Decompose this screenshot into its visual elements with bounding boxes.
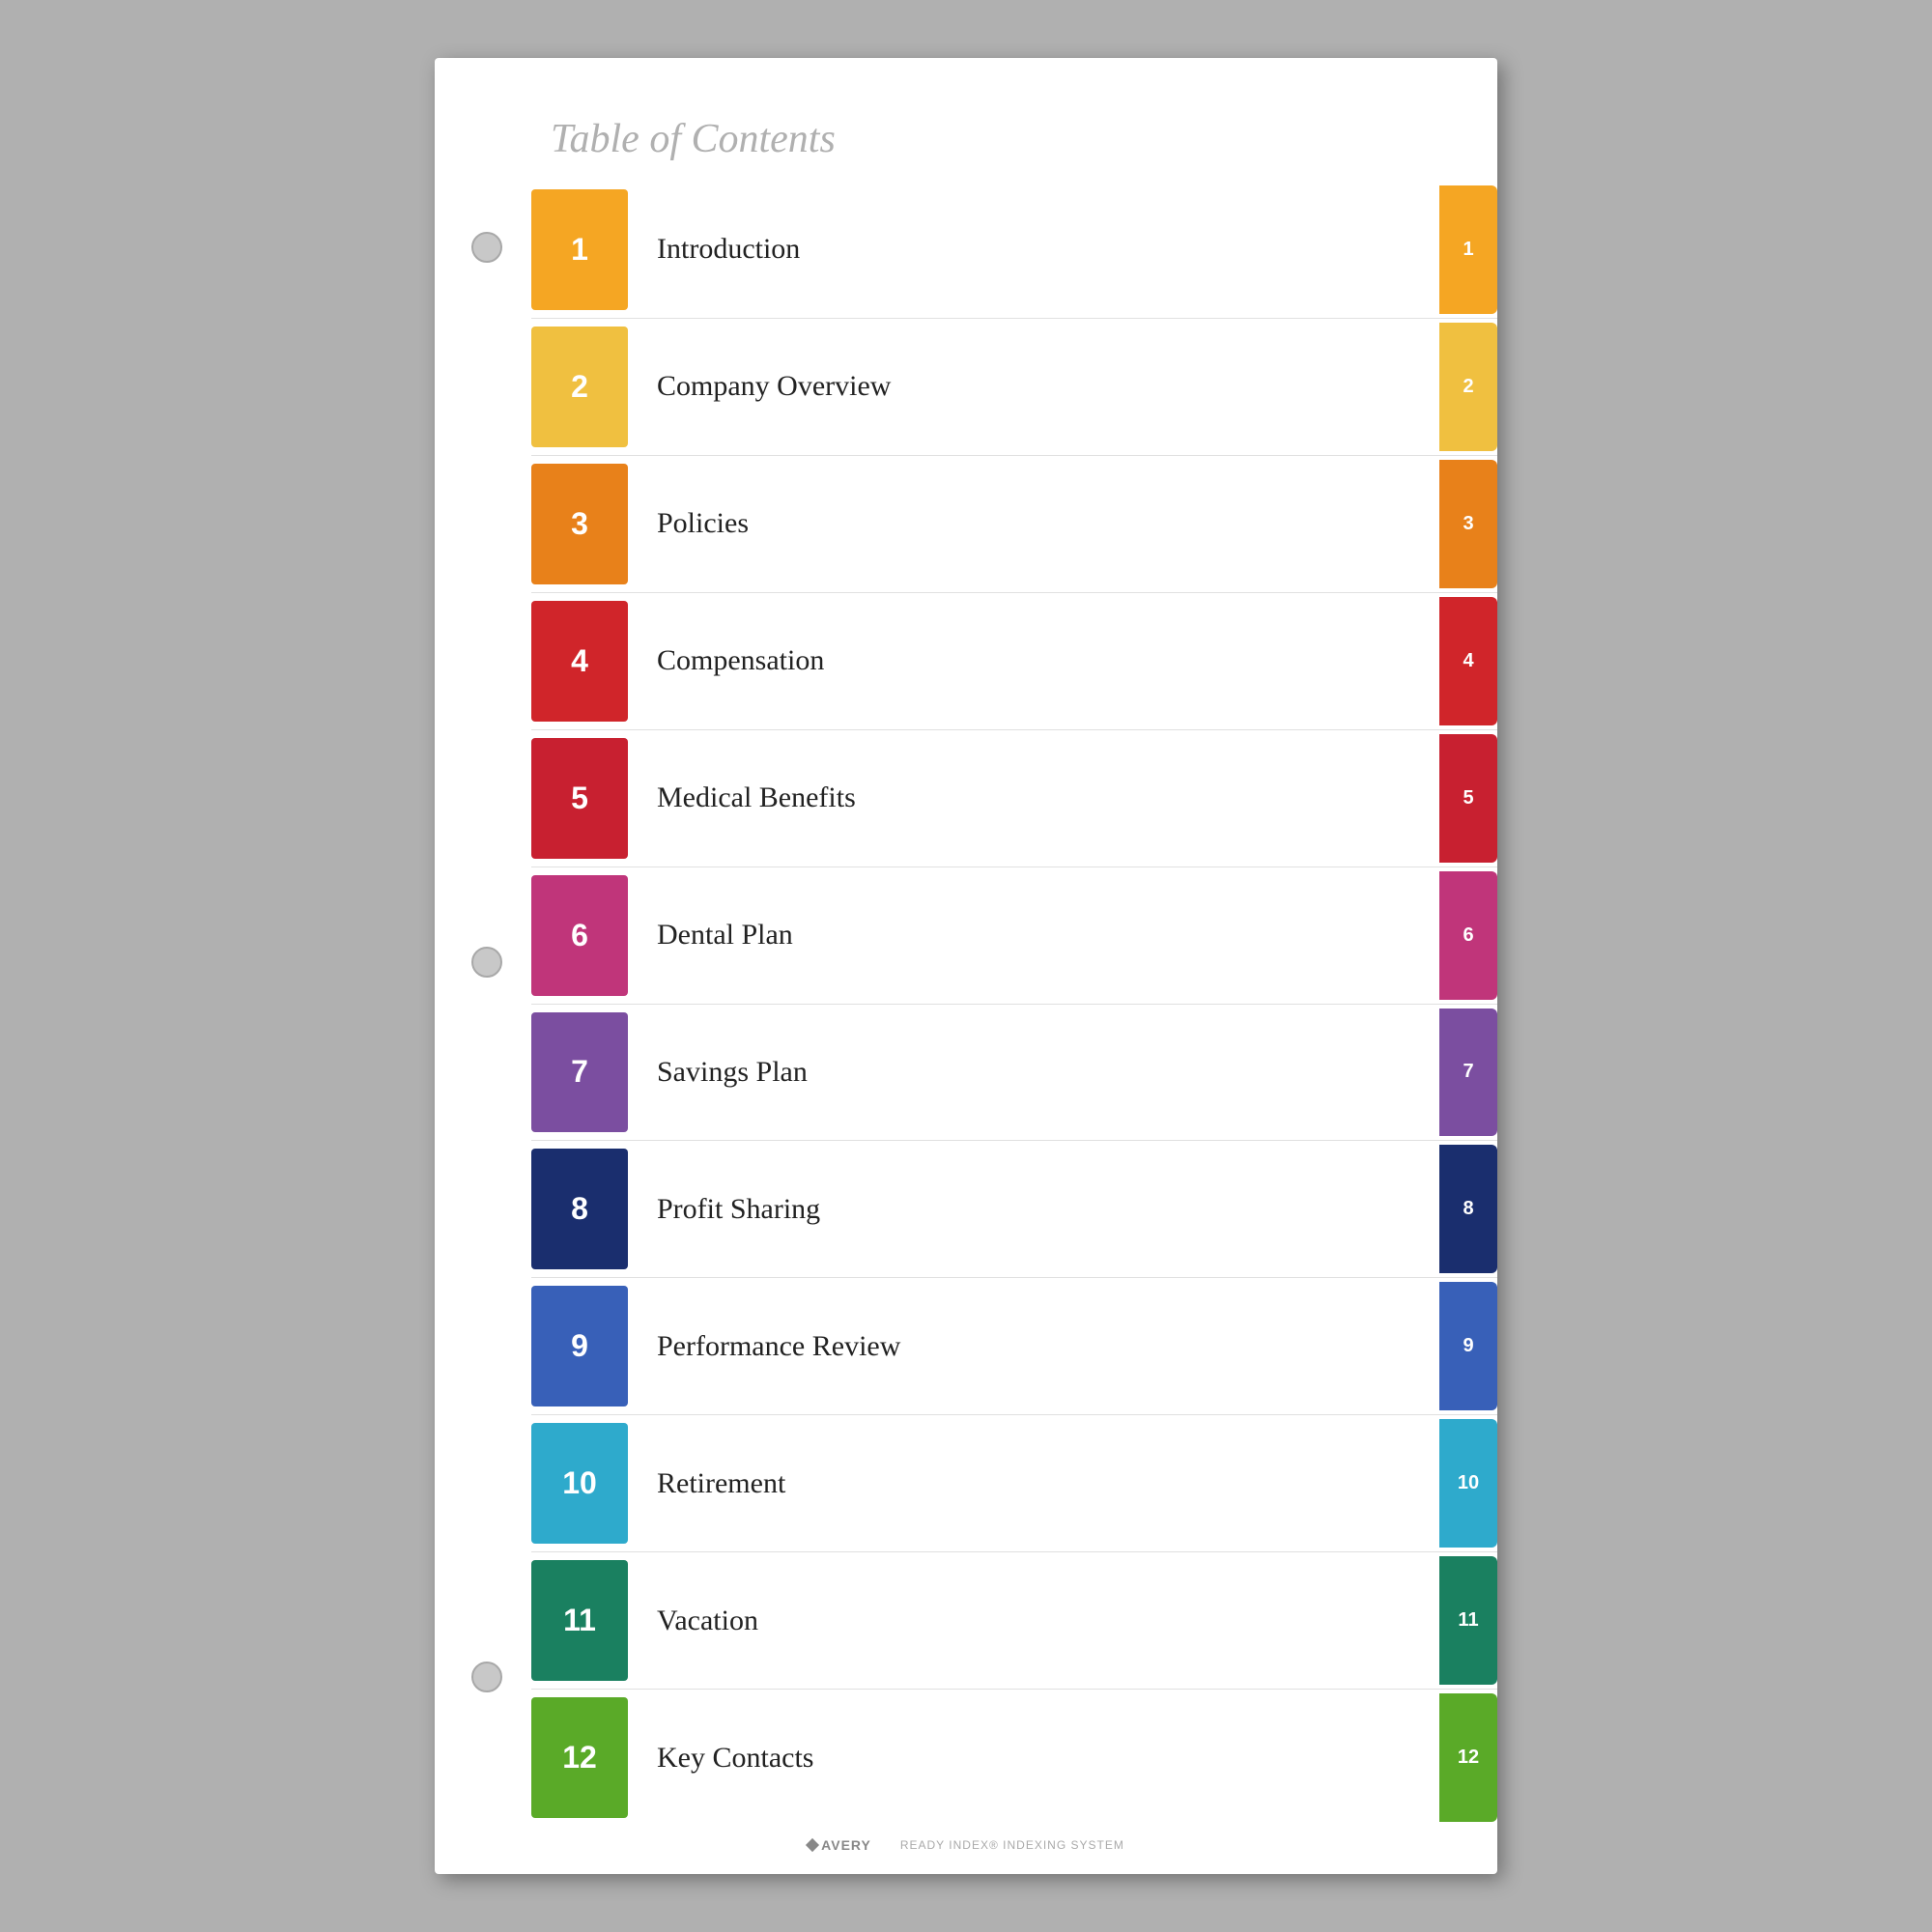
footer: AVERY READY INDEX® INDEXING SYSTEM [435,1826,1497,1874]
num-badge-11: 11 [531,1560,628,1681]
toc-row[interactable]: 6 Dental Plan 6 [531,867,1497,1005]
num-label: 2 [571,369,588,405]
tab-12[interactable]: 12 [1439,1693,1497,1822]
num-label: 11 [563,1603,596,1638]
toc-label-9: Performance Review [628,1278,1439,1414]
tab-2[interactable]: 2 [1439,323,1497,451]
tab-11[interactable]: 11 [1439,1556,1497,1685]
tab-label: 3 [1463,513,1473,535]
tab-8[interactable]: 8 [1439,1145,1497,1273]
num-label: 7 [571,1054,588,1090]
toc-area: 1 Introduction 1 2 Company Overview 2 3 [435,182,1497,1826]
page-title: Table of Contents [551,117,836,161]
tab-label: 5 [1463,787,1473,810]
num-label: 8 [571,1191,588,1227]
tab-label: 10 [1458,1472,1479,1494]
num-badge-7: 7 [531,1012,628,1133]
tab-1[interactable]: 1 [1439,185,1497,314]
tab-9[interactable]: 9 [1439,1282,1497,1410]
toc-label-11: Vacation [628,1552,1439,1689]
num-label: 9 [571,1328,588,1364]
tab-5[interactable]: 5 [1439,734,1497,863]
tab-label: 2 [1463,376,1473,398]
num-label: 5 [571,781,588,816]
tab-label: 8 [1463,1198,1473,1220]
toc-row[interactable]: 9 Performance Review 9 [531,1278,1497,1415]
page: Table of Contents 1 Introduction 1 2 Com… [435,58,1497,1874]
num-badge-6: 6 [531,875,628,996]
tab-label: 12 [1458,1747,1479,1769]
footer-brand: AVERY [821,1837,871,1853]
num-badge-8: 8 [531,1149,628,1269]
toc-label-4: Compensation [628,593,1439,729]
toc-row[interactable]: 12 Key Contacts 12 [531,1690,1497,1826]
toc-row[interactable]: 10 Retirement 10 [531,1415,1497,1552]
tab-4[interactable]: 4 [1439,597,1497,725]
tab-3[interactable]: 3 [1439,460,1497,588]
toc-row[interactable]: 3 Policies 3 [531,456,1497,593]
avery-diamond-icon [806,1838,819,1852]
toc-row[interactable]: 4 Compensation 4 [531,593,1497,730]
toc-label-6: Dental Plan [628,867,1439,1004]
num-badge-3: 3 [531,464,628,584]
tab-6[interactable]: 6 [1439,871,1497,1000]
avery-logo: AVERY [808,1837,871,1853]
num-badge-1: 1 [531,189,628,310]
num-badge-2: 2 [531,327,628,447]
binder-hole-1 [471,232,502,263]
num-badge-12: 12 [531,1697,628,1818]
binder-hole-2 [471,947,502,978]
toc-row[interactable]: 2 Company Overview 2 [531,319,1497,456]
toc-label-7: Savings Plan [628,1005,1439,1141]
num-badge-5: 5 [531,738,628,859]
footer-tagline: READY INDEX® INDEXING SYSTEM [900,1838,1124,1852]
toc-row[interactable]: 7 Savings Plan 7 [531,1005,1497,1142]
num-badge-4: 4 [531,601,628,722]
title-area: Table of Contents [435,58,1497,182]
toc-label-1: Introduction [628,182,1439,318]
tab-label: 11 [1458,1609,1478,1632]
tab-10[interactable]: 10 [1439,1419,1497,1548]
toc-row[interactable]: 5 Medical Benefits 5 [531,730,1497,867]
tab-label: 4 [1463,650,1473,672]
tab-7[interactable]: 7 [1439,1009,1497,1137]
toc-row[interactable]: 11 Vacation 11 [531,1552,1497,1690]
toc-label-2: Company Overview [628,319,1439,455]
num-label: 3 [571,506,588,542]
num-label: 6 [571,918,588,953]
toc-label-8: Profit Sharing [628,1141,1439,1277]
toc-label-10: Retirement [628,1415,1439,1551]
tab-label: 9 [1463,1335,1473,1357]
num-label: 10 [562,1465,597,1501]
num-label: 1 [571,232,588,268]
num-label: 4 [571,643,588,679]
num-badge-9: 9 [531,1286,628,1406]
toc-label-12: Key Contacts [628,1690,1439,1826]
num-badge-10: 10 [531,1423,628,1544]
toc-row[interactable]: 1 Introduction 1 [531,182,1497,319]
tab-label: 7 [1463,1061,1473,1083]
toc-label-5: Medical Benefits [628,730,1439,867]
tab-label: 6 [1463,924,1473,947]
binder-hole-3 [471,1662,502,1692]
toc-row[interactable]: 8 Profit Sharing 8 [531,1141,1497,1278]
num-label: 12 [562,1740,597,1776]
tab-label: 1 [1463,239,1473,261]
toc-label-3: Policies [628,456,1439,592]
